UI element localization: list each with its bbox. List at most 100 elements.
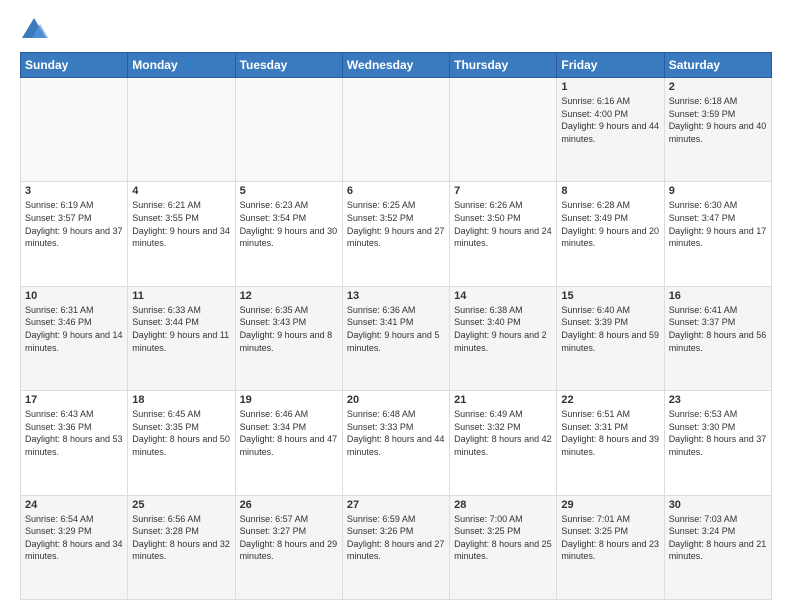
logo	[20, 16, 52, 44]
day-info: Sunrise: 6:25 AM Sunset: 3:52 PM Dayligh…	[347, 199, 445, 249]
day-info: Sunrise: 6:51 AM Sunset: 3:31 PM Dayligh…	[561, 408, 659, 458]
day-number: 13	[347, 290, 445, 302]
day-number: 28	[454, 499, 552, 511]
calendar-cell: 3 Sunrise: 6:19 AM Sunset: 3:57 PM Daylig…	[21, 182, 128, 286]
calendar-cell: 28 Sunrise: 7:00 AM Sunset: 3:25 PM Dayli…	[450, 495, 557, 599]
day-number: 25	[132, 499, 230, 511]
day-info: Sunrise: 6:41 AM Sunset: 3:37 PM Dayligh…	[669, 304, 767, 354]
calendar-cell: 20 Sunrise: 6:48 AM Sunset: 3:33 PM Dayli…	[342, 391, 449, 495]
calendar-header-row: SundayMondayTuesdayWednesdayThursdayFrid…	[21, 53, 772, 78]
calendar-cell: 14Sunrise: 6:38 AM Sunset: 3:40 PM Dayli…	[450, 286, 557, 390]
day-info: Sunrise: 6:23 AM Sunset: 3:54 PM Dayligh…	[240, 199, 338, 249]
calendar-cell: 26Sunrise: 6:57 AM Sunset: 3:27 PM Dayli…	[235, 495, 342, 599]
day-info: Sunrise: 6:19 AM Sunset: 3:57 PM Dayligh…	[25, 199, 123, 249]
calendar-cell: 23Sunrise: 6:53 AM Sunset: 3:30 PM Dayli…	[664, 391, 771, 495]
calendar-cell: 24 Sunrise: 6:54 AM Sunset: 3:29 PM Dayli…	[21, 495, 128, 599]
calendar-cell: 9 Sunrise: 6:30 AM Sunset: 3:47 PM Daylig…	[664, 182, 771, 286]
calendar-cell: 4Sunrise: 6:21 AM Sunset: 3:55 PM Daylig…	[128, 182, 235, 286]
day-number: 8	[561, 185, 659, 197]
page: SundayMondayTuesdayWednesdayThursdayFrid…	[0, 0, 792, 612]
calendar-week-row: 17Sunrise: 6:43 AM Sunset: 3:36 PM Dayli…	[21, 391, 772, 495]
day-info: Sunrise: 6:38 AM Sunset: 3:40 PM Dayligh…	[454, 304, 552, 354]
header	[20, 16, 772, 44]
day-number: 3	[25, 185, 123, 197]
day-info: Sunrise: 6:30 AM Sunset: 3:47 PM Dayligh…	[669, 199, 767, 249]
day-number: 9	[669, 185, 767, 197]
calendar-day-header: Wednesday	[342, 53, 449, 78]
calendar-cell: 27 Sunrise: 6:59 AM Sunset: 3:26 PM Dayli…	[342, 495, 449, 599]
day-info: Sunrise: 6:21 AM Sunset: 3:55 PM Dayligh…	[132, 199, 230, 249]
day-number: 21	[454, 394, 552, 406]
calendar-cell: 13 Sunrise: 6:36 AM Sunset: 3:41 PM Dayli…	[342, 286, 449, 390]
day-number: 15	[561, 290, 659, 302]
calendar-week-row: 24 Sunrise: 6:54 AM Sunset: 3:29 PM Dayli…	[21, 495, 772, 599]
calendar-cell: 11 Sunrise: 6:33 AM Sunset: 3:44 PM Dayli…	[128, 286, 235, 390]
day-number: 1	[561, 81, 659, 93]
day-number: 11	[132, 290, 230, 302]
day-number: 7	[454, 185, 552, 197]
calendar-cell: 6 Sunrise: 6:25 AM Sunset: 3:52 PM Daylig…	[342, 182, 449, 286]
calendar-week-row: 3 Sunrise: 6:19 AM Sunset: 3:57 PM Daylig…	[21, 182, 772, 286]
day-info: Sunrise: 6:59 AM Sunset: 3:26 PM Dayligh…	[347, 513, 445, 563]
calendar-cell: 22 Sunrise: 6:51 AM Sunset: 3:31 PM Dayli…	[557, 391, 664, 495]
calendar-cell: 10 Sunrise: 6:31 AM Sunset: 3:46 PM Dayli…	[21, 286, 128, 390]
calendar-table: SundayMondayTuesdayWednesdayThursdayFrid…	[20, 52, 772, 600]
calendar-cell	[450, 78, 557, 182]
calendar-week-row: 10 Sunrise: 6:31 AM Sunset: 3:46 PM Dayli…	[21, 286, 772, 390]
calendar-cell: 16 Sunrise: 6:41 AM Sunset: 3:37 PM Dayli…	[664, 286, 771, 390]
calendar-week-row: 1 Sunrise: 6:16 AM Sunset: 4:00 PM Daylig…	[21, 78, 772, 182]
day-info: Sunrise: 7:00 AM Sunset: 3:25 PM Dayligh…	[454, 513, 552, 563]
calendar-cell: 19Sunrise: 6:46 AM Sunset: 3:34 PM Dayli…	[235, 391, 342, 495]
day-number: 12	[240, 290, 338, 302]
day-number: 30	[669, 499, 767, 511]
day-info: Sunrise: 6:56 AM Sunset: 3:28 PM Dayligh…	[132, 513, 230, 563]
calendar-cell	[235, 78, 342, 182]
day-info: Sunrise: 6:26 AM Sunset: 3:50 PM Dayligh…	[454, 199, 552, 249]
day-number: 29	[561, 499, 659, 511]
day-info: Sunrise: 6:33 AM Sunset: 3:44 PM Dayligh…	[132, 304, 230, 354]
day-number: 22	[561, 394, 659, 406]
calendar-cell	[21, 78, 128, 182]
calendar-cell	[342, 78, 449, 182]
day-number: 24	[25, 499, 123, 511]
day-number: 5	[240, 185, 338, 197]
day-info: Sunrise: 6:45 AM Sunset: 3:35 PM Dayligh…	[132, 408, 230, 458]
day-number: 23	[669, 394, 767, 406]
day-info: Sunrise: 6:49 AM Sunset: 3:32 PM Dayligh…	[454, 408, 552, 458]
calendar-day-header: Friday	[557, 53, 664, 78]
calendar-cell: 29 Sunrise: 7:01 AM Sunset: 3:25 PM Dayli…	[557, 495, 664, 599]
day-number: 16	[669, 290, 767, 302]
calendar-cell: 30Sunrise: 7:03 AM Sunset: 3:24 PM Dayli…	[664, 495, 771, 599]
day-info: Sunrise: 6:28 AM Sunset: 3:49 PM Dayligh…	[561, 199, 659, 249]
calendar-cell: 21 Sunrise: 6:49 AM Sunset: 3:32 PM Dayli…	[450, 391, 557, 495]
day-number: 2	[669, 81, 767, 93]
day-info: Sunrise: 7:01 AM Sunset: 3:25 PM Dayligh…	[561, 513, 659, 563]
calendar-day-header: Tuesday	[235, 53, 342, 78]
calendar-cell	[128, 78, 235, 182]
day-number: 27	[347, 499, 445, 511]
calendar-day-header: Thursday	[450, 53, 557, 78]
calendar-cell: 15 Sunrise: 6:40 AM Sunset: 3:39 PM Dayli…	[557, 286, 664, 390]
calendar-cell: 17Sunrise: 6:43 AM Sunset: 3:36 PM Dayli…	[21, 391, 128, 495]
day-number: 18	[132, 394, 230, 406]
day-number: 19	[240, 394, 338, 406]
calendar-day-header: Monday	[128, 53, 235, 78]
day-number: 17	[25, 394, 123, 406]
day-info: Sunrise: 6:31 AM Sunset: 3:46 PM Dayligh…	[25, 304, 123, 354]
day-info: Sunrise: 6:16 AM Sunset: 4:00 PM Dayligh…	[561, 95, 659, 145]
calendar-day-header: Sunday	[21, 53, 128, 78]
day-info: Sunrise: 6:18 AM Sunset: 3:59 PM Dayligh…	[669, 95, 767, 145]
day-info: Sunrise: 6:36 AM Sunset: 3:41 PM Dayligh…	[347, 304, 445, 354]
day-number: 6	[347, 185, 445, 197]
calendar-day-header: Saturday	[664, 53, 771, 78]
day-info: Sunrise: 6:54 AM Sunset: 3:29 PM Dayligh…	[25, 513, 123, 563]
day-number: 20	[347, 394, 445, 406]
day-info: Sunrise: 6:35 AM Sunset: 3:43 PM Dayligh…	[240, 304, 338, 354]
calendar-cell: 2 Sunrise: 6:18 AM Sunset: 3:59 PM Daylig…	[664, 78, 771, 182]
calendar-cell: 8 Sunrise: 6:28 AM Sunset: 3:49 PM Daylig…	[557, 182, 664, 286]
calendar-cell: 7 Sunrise: 6:26 AM Sunset: 3:50 PM Daylig…	[450, 182, 557, 286]
calendar-cell: 12 Sunrise: 6:35 AM Sunset: 3:43 PM Dayli…	[235, 286, 342, 390]
day-number: 10	[25, 290, 123, 302]
day-info: Sunrise: 6:40 AM Sunset: 3:39 PM Dayligh…	[561, 304, 659, 354]
day-info: Sunrise: 6:48 AM Sunset: 3:33 PM Dayligh…	[347, 408, 445, 458]
